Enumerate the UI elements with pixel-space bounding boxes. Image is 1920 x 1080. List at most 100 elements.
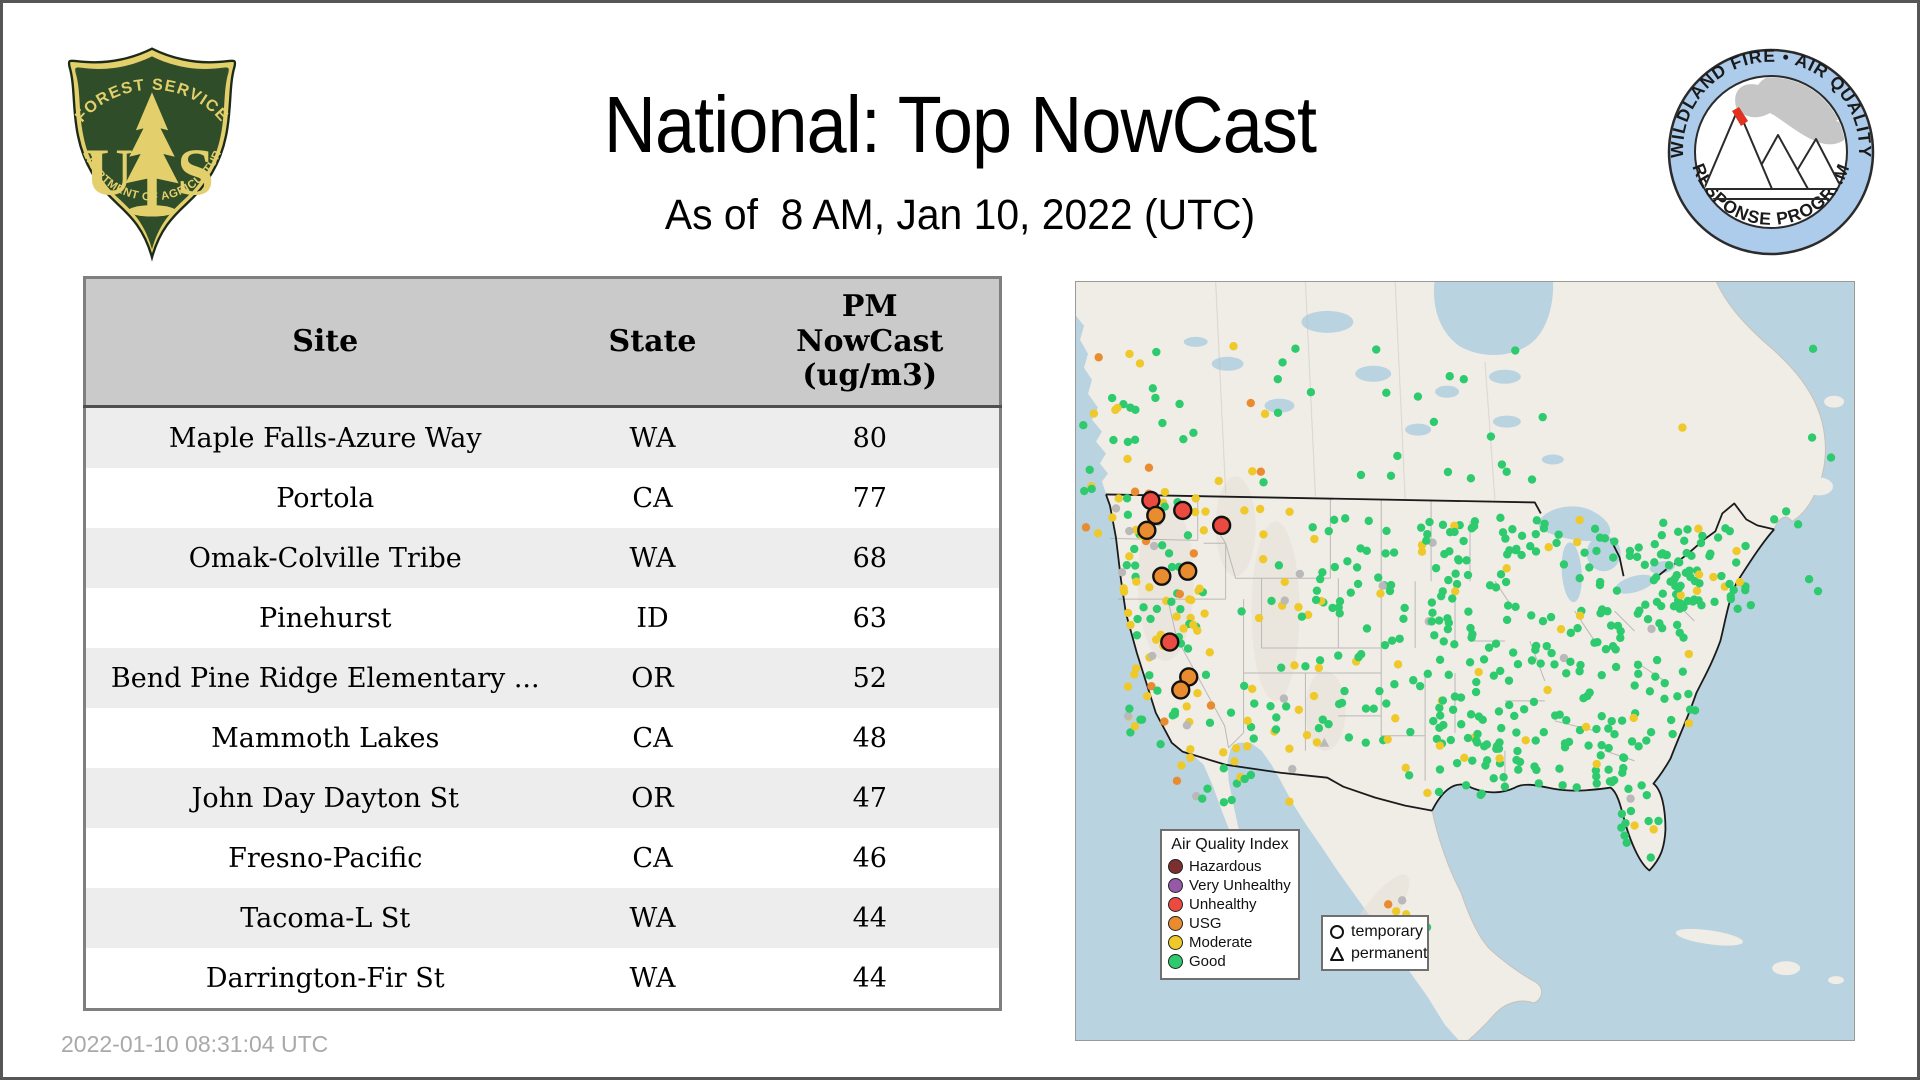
monitor-dot-good xyxy=(1597,711,1606,721)
monitor-dot-good xyxy=(1532,516,1541,525)
monitor-dot-good xyxy=(1409,676,1418,685)
monitor-dot-good xyxy=(1627,737,1637,746)
monitor-dot-good xyxy=(1133,614,1142,624)
monitor-dot-good xyxy=(1685,705,1695,714)
monitor-dot-usg xyxy=(1246,398,1255,408)
permanent-triangle-icon xyxy=(1330,947,1344,961)
monitor-dot-good xyxy=(1469,522,1479,531)
monitor-dot-good xyxy=(1531,641,1541,651)
monitor-dot-good xyxy=(1085,465,1094,474)
monitor-dot-good xyxy=(1726,591,1735,601)
monitor-dot-good xyxy=(1126,403,1135,412)
monitor-dot-good xyxy=(1625,551,1635,561)
monitor-dot-good xyxy=(1542,641,1551,651)
monitor-dot-good xyxy=(1678,667,1688,676)
monitor-dot-good xyxy=(1646,853,1655,862)
monitor-dot-usg xyxy=(1094,353,1103,362)
monitor-dot-good xyxy=(1661,550,1670,560)
monitor-dot-good xyxy=(1808,344,1818,354)
monitor-dot-moderate xyxy=(1219,748,1228,757)
usg-dot-icon xyxy=(1168,916,1183,931)
monitor-dot-good xyxy=(1448,705,1458,714)
monitor-dot-good xyxy=(1276,663,1286,672)
monitor-dot-good xyxy=(1239,681,1249,691)
monitor-dot-good xyxy=(1657,623,1667,633)
monitor-dot-good xyxy=(1668,729,1677,739)
monitor-dot-gray xyxy=(1125,526,1134,536)
monitor-dot-gray xyxy=(1111,504,1121,513)
monitor-dot-moderate xyxy=(1312,738,1322,747)
monitor-dot-good xyxy=(1500,782,1510,791)
state-cell: CA xyxy=(632,722,673,754)
aqi-legend-item: Very Unhealthy xyxy=(1168,876,1292,895)
monitor-dot-good xyxy=(1630,681,1639,690)
col-header-pm-nowcast: PM NowCast (ug/m3) xyxy=(740,277,1001,408)
pm-value-cell: 47 xyxy=(852,782,887,814)
monitor-dot-good xyxy=(1659,518,1668,528)
dashboard-page: FOREST SERVICE U S DEPARTMENT OF AGRICUL… xyxy=(0,0,1920,1080)
monitor-dot-moderate xyxy=(1435,741,1445,750)
aqi-legend-item: Hazardous xyxy=(1168,857,1292,876)
monitor-dot-moderate xyxy=(1383,735,1392,744)
monitor-dot-good xyxy=(1746,600,1756,610)
col-header-site: Site xyxy=(84,277,565,408)
site-cell: Fresno-Pacific xyxy=(228,842,423,874)
monitor-dot-good xyxy=(1311,595,1321,605)
monitor-dot-good xyxy=(1610,730,1619,739)
monitor-dot-good xyxy=(1273,408,1283,417)
monitor-dot-good xyxy=(1152,604,1162,614)
monitor-dot-good xyxy=(1606,621,1616,630)
monitor-dot-good xyxy=(1710,597,1719,607)
monitor-dot-moderate xyxy=(1460,753,1469,763)
monitor-dot-good xyxy=(1466,623,1475,633)
monitor-dot-good xyxy=(1717,571,1726,581)
monitor-dot-good xyxy=(1393,451,1402,461)
aqi-legend-label: Hazardous xyxy=(1189,858,1262,875)
monitor-dot-good xyxy=(1566,657,1575,666)
monitor-dot-good xyxy=(1675,628,1684,637)
page-subtitle: As of 8 AM, Jan 10, 2022 (UTC) xyxy=(664,191,1256,239)
monitor-dot-good xyxy=(1511,346,1520,355)
monitor-dot-good xyxy=(1550,660,1559,669)
monitor-dot-good xyxy=(1656,601,1666,611)
monitor-dot-good xyxy=(1201,670,1211,680)
monitor-dot-good xyxy=(1205,718,1215,728)
monitor-dot-good xyxy=(1560,739,1570,748)
monitor-dot-gray xyxy=(1295,569,1305,579)
monitor-dot-good xyxy=(1620,831,1629,840)
monitor-dot-moderate xyxy=(1247,684,1257,694)
monitor-dot-good xyxy=(1183,531,1193,540)
monitor-dot-moderate xyxy=(1294,602,1303,612)
table-row: Fresno-Pacific CA 46 xyxy=(84,828,1001,888)
monitor-dot-good xyxy=(1489,774,1498,783)
monitor-dot-good xyxy=(1329,515,1339,525)
monitor-dot-good xyxy=(1531,736,1540,745)
monitor-dot-good xyxy=(1499,773,1508,782)
monitor-dot-good xyxy=(1400,603,1409,613)
monitor-dot-good xyxy=(1622,838,1631,848)
monitor-dot-good xyxy=(1609,553,1618,562)
monitor-dot-good xyxy=(1175,399,1184,409)
monitor-dot-good xyxy=(1502,467,1511,476)
monitor-dot-good xyxy=(1356,470,1366,480)
monitor-dot-good xyxy=(1227,795,1236,805)
monitor-dot-good xyxy=(1382,699,1391,708)
site-cell: Darrington-Fir St xyxy=(205,962,445,994)
monitor-dot-good xyxy=(1496,666,1505,676)
monitor-dot-good xyxy=(1611,662,1621,672)
monitor-dot-good xyxy=(1250,699,1259,708)
state-cell: CA xyxy=(632,842,673,874)
monitor-dot-good xyxy=(1404,771,1414,780)
monitor-dot-good xyxy=(1353,579,1363,589)
monitor-dot-good xyxy=(1513,660,1523,669)
monitor-dot-good xyxy=(1369,704,1378,713)
monitor-dot-moderate xyxy=(1684,649,1693,659)
monitor-dot-good xyxy=(1640,560,1650,570)
monitor-dot-good xyxy=(1696,538,1706,548)
monitor-dot-good xyxy=(1312,586,1322,595)
monitor-dot-good xyxy=(1604,724,1613,733)
monitor-dot-good xyxy=(1484,643,1494,652)
monitor-dot-good xyxy=(1676,581,1685,590)
monitor-dot-good xyxy=(1675,604,1685,613)
monitor-dot-good xyxy=(1515,757,1525,767)
